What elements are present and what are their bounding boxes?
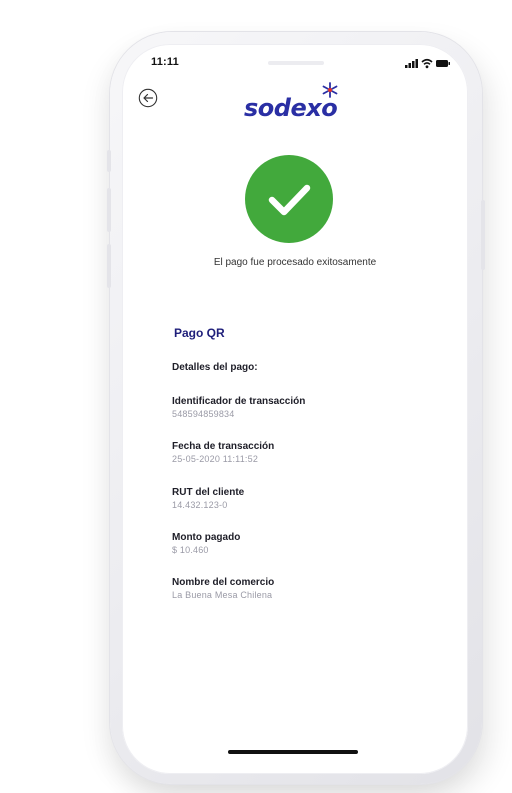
transaction-date-value: 25-05-2020 11:11:52 — [172, 454, 259, 464]
merchant-name-value: La Buena Mesa Chilena — [172, 590, 273, 600]
transaction-date-label: Fecha de transacción — [172, 441, 275, 452]
speaker-notch — [268, 61, 324, 65]
sodexo-logo-wordmark: sodexo — [244, 94, 338, 122]
transaction-id-value: 548594859834 — [172, 409, 235, 419]
status-bar: 11:11 — [122, 44, 468, 80]
amount-paid-value: $ 10.460 — [172, 545, 209, 555]
checkmark-icon — [268, 184, 311, 216]
phone-power-button — [481, 200, 485, 270]
home-indicator[interactable] — [228, 750, 358, 754]
amount-paid-label: Monto pagado — [172, 532, 241, 543]
receipt-title: Pago QR — [174, 326, 225, 340]
transaction-id-label: Identificador de transacción — [172, 396, 306, 407]
success-message: El pago fue procesado exitosamente — [213, 257, 377, 268]
phone-mute-switch — [107, 150, 111, 172]
star-icon — [322, 82, 338, 98]
phone-volume-up-button — [107, 188, 111, 232]
back-arrow-icon[interactable] — [138, 88, 158, 108]
details-heading: Detalles del pago: — [172, 362, 258, 373]
sodexo-logo: sodexo — [244, 82, 354, 124]
app-screen: 11:11 sodexo El pago fue procesado exito… — [122, 44, 468, 774]
phone-volume-down-button — [107, 244, 111, 288]
client-rut-value: 14.432.123-0 — [172, 500, 228, 510]
battery-icon — [436, 60, 450, 67]
merchant-name-label: Nombre del comercio — [172, 577, 275, 588]
status-icons — [405, 58, 450, 69]
success-checkmark-badge — [245, 155, 333, 243]
client-rut-label: RUT del cliente — [172, 487, 245, 498]
wifi-icon — [421, 58, 433, 69]
stage: 11:11 sodexo El pago fue procesado exito… — [0, 0, 512, 793]
signal-icon — [405, 59, 418, 68]
status-time: 11:11 — [151, 56, 179, 68]
